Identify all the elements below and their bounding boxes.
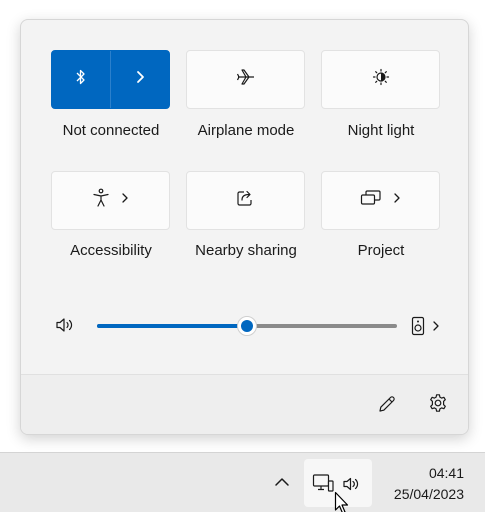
chevron-right-icon[interactable]: [431, 319, 441, 338]
quick-settings-flyout: Not connected Airplane mode Night light: [20, 19, 469, 435]
speaker-icon[interactable]: [55, 316, 75, 339]
airplane-icon: [236, 68, 256, 91]
accessibility-icon: [92, 188, 110, 213]
bluetooth-icon: [74, 68, 88, 91]
mouse-cursor-icon: [334, 491, 350, 512]
chevron-right-icon: [134, 70, 146, 89]
volume-slider-thumb[interactable]: [237, 316, 257, 336]
taskbar: 04:41 25/04/2023: [0, 452, 485, 512]
volume-slider[interactable]: [97, 316, 397, 336]
clock-date: 25/04/2023: [393, 486, 464, 502]
network-icon: [312, 473, 334, 500]
project-icon: [360, 189, 382, 212]
tile-label-night-light: Night light: [347, 122, 415, 139]
night-light-tile[interactable]: [321, 50, 440, 109]
bluetooth-tile: [51, 50, 170, 109]
tile-label-accessibility: Accessibility: [70, 242, 152, 259]
nearby-sharing-tile[interactable]: [186, 171, 305, 230]
chevron-up-icon[interactable]: [274, 475, 290, 493]
tile-label-airplane: Airplane mode: [197, 122, 295, 139]
clock[interactable]: 04:41 25/04/2023: [380, 463, 464, 505]
pencil-icon[interactable]: [377, 394, 397, 419]
tray-network-volume-button[interactable]: [304, 459, 372, 512]
gear-icon[interactable]: [428, 393, 448, 418]
bluetooth-expand-button[interactable]: [110, 51, 169, 108]
volume-slider-fill: [97, 324, 247, 328]
airplane-mode-tile[interactable]: [186, 50, 305, 109]
chevron-right-icon[interactable]: [392, 191, 402, 210]
brightness-icon: [371, 67, 391, 92]
chevron-right-icon[interactable]: [120, 191, 130, 210]
project-tile[interactable]: [321, 171, 440, 230]
bluetooth-toggle[interactable]: [52, 51, 110, 108]
accessibility-tile[interactable]: [51, 171, 170, 230]
tile-label-nearby-sharing: Nearby sharing: [195, 242, 297, 259]
quick-settings-footer: [21, 374, 468, 434]
clock-time: 04:41: [428, 465, 464, 481]
speaker-device-icon[interactable]: [411, 316, 425, 341]
tile-label-project: Project: [357, 242, 405, 259]
tile-label-bluetooth: Not connected: [62, 122, 160, 139]
desktop: Not connected Airplane mode Night light: [0, 0, 485, 512]
share-icon: [236, 189, 256, 212]
